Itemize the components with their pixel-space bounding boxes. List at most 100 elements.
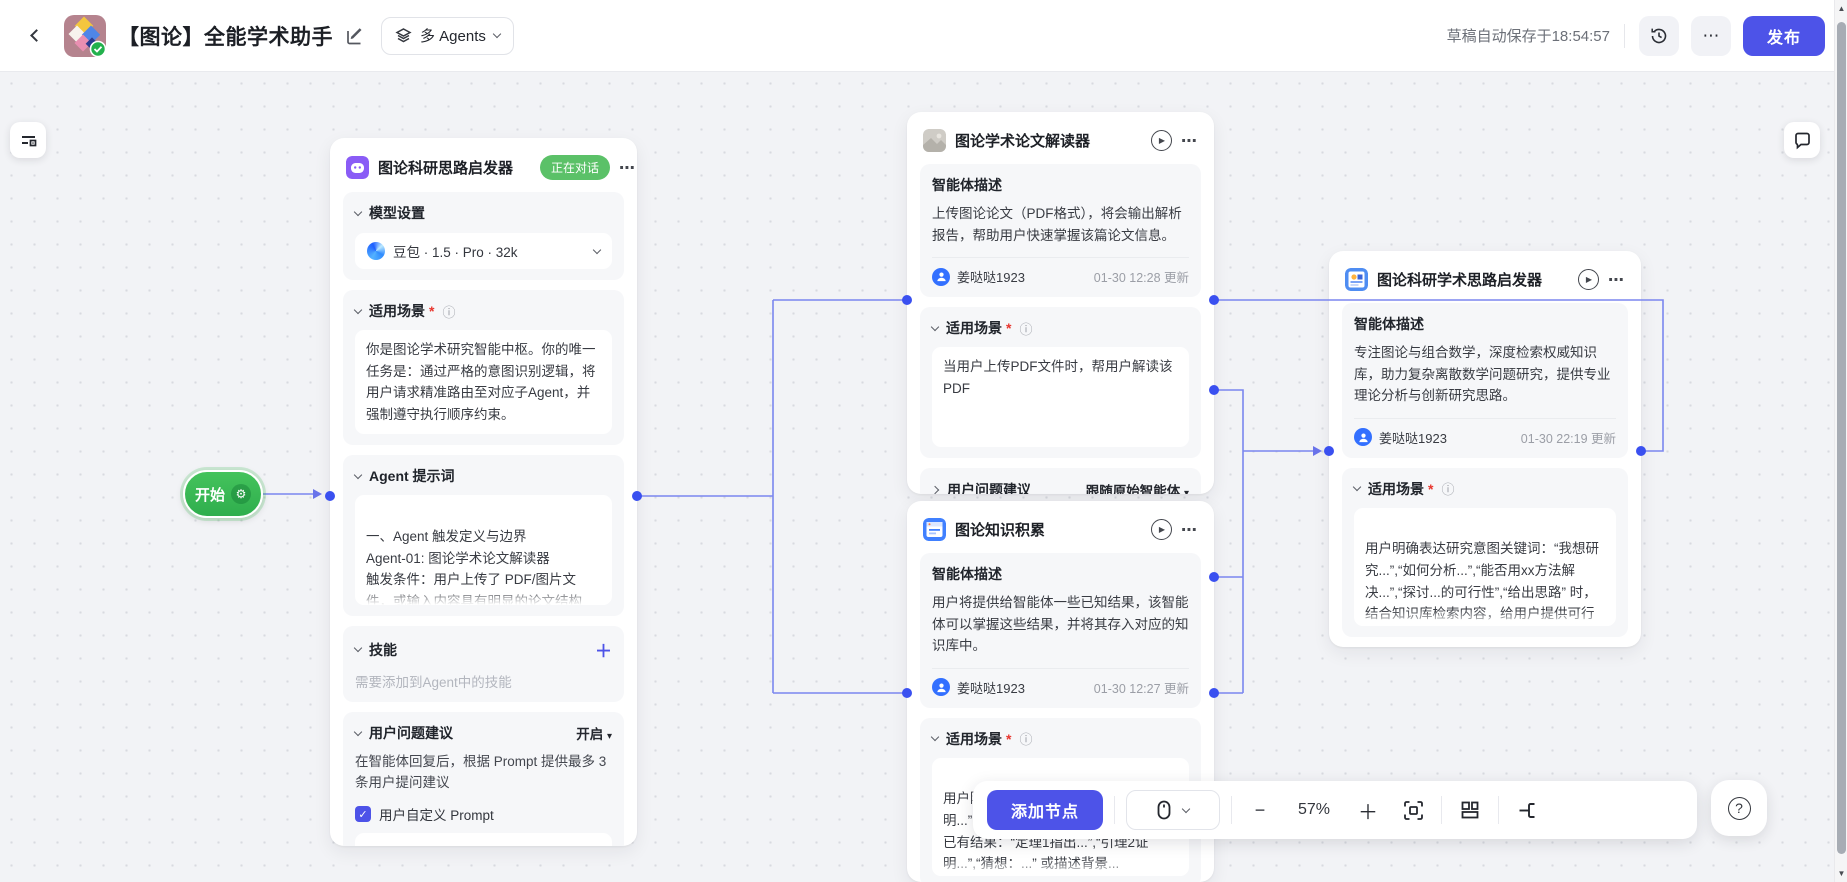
scene-section: 适用场景 * ⓘ 用户明确表达研究意图关键词：“我想研究...”,“如何分析..… xyxy=(1342,467,1628,637)
agent-description-section: 智能体描述 专注图论与组合数学，深度检索权威知识库，助力复杂离散数学问题研究，提… xyxy=(1342,303,1628,458)
app-logo-art xyxy=(64,14,107,57)
browser-window-icon xyxy=(923,518,946,541)
start-node[interactable]: 开始 ⚙ xyxy=(183,470,263,518)
fit-screen-icon xyxy=(1403,800,1423,820)
description-text: 上传图论论文（PDF格式），将会输出解析报告，帮助用户快速掌握该篇论文信息。 xyxy=(932,206,1182,243)
card-more-button[interactable]: ⋯ xyxy=(619,158,636,178)
card-more-button[interactable]: ⋯ xyxy=(1181,131,1198,151)
comment-button[interactable] xyxy=(1784,122,1820,158)
research-window-icon xyxy=(1345,268,1368,291)
suggestion-follow-dropdown[interactable]: 跟随原始智能体 ▾ xyxy=(1086,480,1189,494)
scroll-down-icon[interactable]: ▼ xyxy=(1835,869,1847,878)
chevron-down-icon xyxy=(930,733,940,742)
scene-textarea[interactable]: 你是图论学术研究智能中枢。你的唯一任务是：通过严格的意图识别逻辑，将用户请求精准… xyxy=(355,330,612,435)
pencil-icon xyxy=(347,27,362,44)
run-agent-button[interactable]: ▶ xyxy=(1151,130,1172,151)
card-more-button[interactable]: ⋯ xyxy=(1608,270,1625,290)
question-suggestion-row[interactable]: 用户问题建议 跟随原始智能体 ▾ xyxy=(920,468,1201,494)
zoom-out-button[interactable]: − xyxy=(1243,793,1277,827)
chevron-down-icon xyxy=(353,727,363,737)
page-scrollbar[interactable]: ▲ ▼ xyxy=(1834,0,1847,882)
scene-section: 适用场景 * ⓘ 当用户上传PDF文件时，帮用户解读该PDF xyxy=(920,307,1201,459)
agent-prompt-header[interactable]: Agent 提示词 xyxy=(353,466,612,486)
divider xyxy=(932,257,1189,259)
checkbox-checked-icon[interactable]: ✓ xyxy=(355,806,371,823)
zoom-level[interactable]: 57% xyxy=(1288,801,1340,819)
description-label: 智能体描述 xyxy=(932,177,1002,193)
list-settings-icon xyxy=(21,135,36,146)
zoom-in-button[interactable]: ＋ xyxy=(1351,793,1385,827)
node-list-toggle-button[interactable] xyxy=(10,122,46,158)
avatar xyxy=(932,267,950,286)
agent-prompt-section: Agent 提示词 一、Agent 触发定义与边界 Agent-01: 图论学术… xyxy=(343,455,624,617)
more-actions-button[interactable]: ⋯ xyxy=(1690,15,1731,56)
more-icon: ⋯ xyxy=(1702,25,1720,45)
chevron-down-icon xyxy=(492,29,502,39)
question-suggestion-header[interactable]: 用户问题建议 开启 ▾ xyxy=(353,723,612,743)
description-text: 专注图论与组合数学，深度检索权威知识库，助力复杂离散数学问题研究，提供专业理论分… xyxy=(1354,345,1611,404)
author-name: 姜哒哒1923 xyxy=(1379,430,1447,446)
skills-placeholder: 需要添加到Agent中的技能 xyxy=(355,675,512,691)
fit-view-button[interactable] xyxy=(1396,793,1430,827)
suggestion-state-dropdown[interactable]: 开启 ▾ xyxy=(576,723,612,743)
card-more-button[interactable]: ⋯ xyxy=(1181,520,1198,540)
pointer-mode-selector[interactable] xyxy=(1126,790,1221,830)
agent-builder-page: 【图论】全能学术助手 多 Agents 草稿自动保存于18:54:57 ⋯ 发布 xyxy=(0,0,1847,882)
card-header: 图论学术论文解读器 ▶ ⋯ xyxy=(920,125,1201,164)
back-button[interactable] xyxy=(22,22,50,50)
agent-description-section: 智能体描述 上传图论论文（PDF格式），将会输出解析报告，帮助用户快速掌握该篇论… xyxy=(920,164,1201,298)
scene-textarea[interactable]: 用户明确表达研究意图关键词：“我想研究...”,“如何分析...”,“能否用xx… xyxy=(1354,507,1616,626)
chevron-down-icon xyxy=(930,322,940,331)
info-icon: ⓘ xyxy=(442,304,456,320)
collapse-icon xyxy=(1519,802,1535,818)
avatar xyxy=(932,678,950,697)
section-label: 技能 xyxy=(369,641,397,658)
agent-prompt-textarea[interactable]: 一、Agent 触发定义与边界 Agent-01: 图论学术论文解读器 触发条件… xyxy=(355,495,612,606)
collapse-panel-button[interactable] xyxy=(1510,793,1544,827)
scene-header[interactable]: 适用场景 * ⓘ xyxy=(930,729,1189,749)
agent-card-research-ideas[interactable]: 图论科研学术思路启发器 ▶ ⋯ 智能体描述 专注图论与组合数学，深度检索权威知识… xyxy=(1329,251,1641,647)
avatar xyxy=(1354,428,1372,447)
suggestion-state-value: 开启 xyxy=(576,727,604,743)
publish-button[interactable]: 发布 xyxy=(1742,15,1825,56)
play-icon: ▶ xyxy=(1158,136,1166,145)
add-node-button[interactable]: 添加节点 xyxy=(987,790,1104,830)
agent-card-router[interactable]: 图论科研思路启发器 正在对话 ⋯ 模型设置 豆包 · 1.5 · Pro · 3… xyxy=(330,138,637,846)
skills-header[interactable]: 技能 ＋ xyxy=(353,637,612,662)
agents-mode-selector[interactable]: 多 Agents xyxy=(381,16,514,55)
run-agent-button[interactable]: ▶ xyxy=(1578,269,1599,290)
agent-card-paper-reader[interactable]: 图论学术论文解读器 ▶ ⋯ 智能体描述 上传图论论文（PDF格式），将会输出解析… xyxy=(907,112,1214,494)
help-button[interactable]: ? xyxy=(1711,780,1767,836)
person-icon xyxy=(936,683,946,692)
scene-header[interactable]: 适用场景 * ⓘ xyxy=(1352,479,1616,499)
description-label: 智能体描述 xyxy=(1354,316,1424,332)
model-settings-header[interactable]: 模型设置 xyxy=(353,203,612,223)
thumbnail-icon xyxy=(923,129,946,152)
scene-textarea[interactable]: 当用户上传PDF文件时，帮用户解读该PDF xyxy=(932,347,1189,448)
suggestion-follow-value: 跟随原始智能体 xyxy=(1085,484,1181,494)
model-select[interactable]: 豆包 · 1.5 · Pro · 32k xyxy=(355,233,612,269)
updated-time: 01-30 12:28 更新 xyxy=(1093,271,1189,286)
scroll-up-icon[interactable]: ▲ xyxy=(1835,4,1847,13)
add-skill-button[interactable]: ＋ xyxy=(595,637,612,662)
toolbar-divider xyxy=(1231,796,1233,824)
description-label: 智能体描述 xyxy=(932,566,1002,582)
page-title: 【图论】全能学术助手 xyxy=(118,25,333,49)
suggestion-prompt-textarea[interactable]: - 问题应该与你最后一轮的回复紧密相关，可以引发进一步的讨论。 - 问题不要与上… xyxy=(355,833,612,846)
run-agent-button[interactable]: ▶ xyxy=(1151,519,1172,540)
scene-header[interactable]: 适用场景 * ⓘ xyxy=(353,301,612,321)
agent-description-section: 智能体描述 用户将提供给智能体一些已知结果，该智能体可以掌握这些结果，并将其存入… xyxy=(920,553,1201,708)
custom-prompt-checkbox-row[interactable]: ✓ 用户自定义 Prompt xyxy=(355,804,612,824)
edit-title-button[interactable] xyxy=(345,26,365,46)
divider xyxy=(1354,417,1616,419)
scene-header[interactable]: 适用场景 * ⓘ xyxy=(930,318,1189,338)
section-label: 用户问题建议 xyxy=(947,482,1031,494)
chevron-down-icon xyxy=(353,207,363,216)
version-history-button[interactable] xyxy=(1638,15,1679,56)
section-label: 适用场景 xyxy=(369,303,425,319)
auto-layout-button[interactable] xyxy=(1453,793,1487,827)
checkbox-label: 用户自定义 Prompt xyxy=(379,808,494,824)
updated-time: 01-30 22:19 更新 xyxy=(1520,431,1616,446)
divider xyxy=(932,667,1189,669)
scrollbar-thumb[interactable] xyxy=(1837,22,1846,854)
